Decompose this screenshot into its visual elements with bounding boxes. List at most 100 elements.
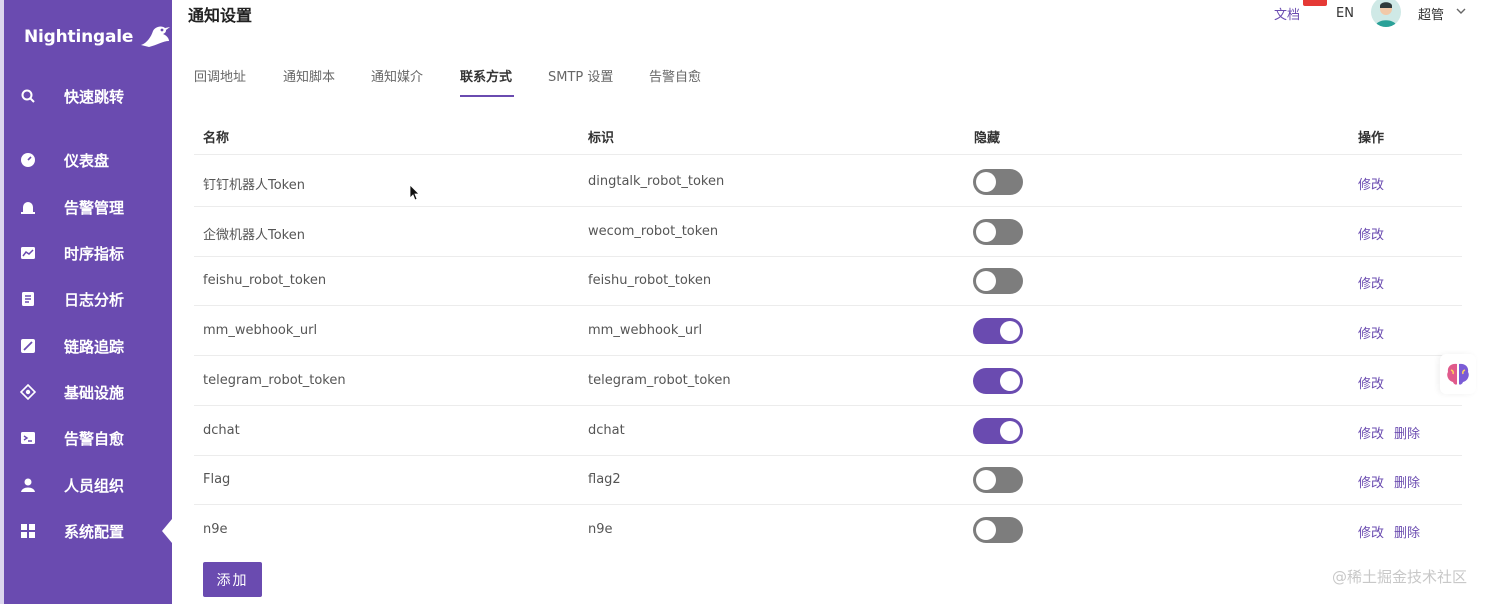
edit-link[interactable]: 修改 xyxy=(1358,423,1384,442)
toggle-knob xyxy=(976,222,996,242)
row-name: 钉钉机器人Token xyxy=(203,178,305,193)
row-ident: dingtalk_robot_token xyxy=(588,174,725,189)
docs-new-badge xyxy=(1303,0,1327,6)
sidebar-item-3[interactable]: 告警管理 xyxy=(0,187,172,227)
row-divider xyxy=(194,206,1462,207)
row-divider xyxy=(194,455,1462,456)
sidebar: Nightingale 快速跳转仪表盘告警管理时序指标日志分析链路追踪基础设施告… xyxy=(0,0,172,604)
toggle-knob xyxy=(976,520,996,540)
row-name: Flag xyxy=(203,472,231,487)
row-ident: mm_webhook_url xyxy=(588,323,703,338)
edit-link[interactable]: 修改 xyxy=(1358,373,1384,392)
nightingale-bird-icon xyxy=(141,26,171,47)
sidebar-item-label: 系统配置 xyxy=(64,522,125,541)
mouse-cursor-icon xyxy=(409,184,420,201)
search-icon xyxy=(20,88,36,104)
hidden-toggle[interactable] xyxy=(973,467,1023,493)
row-divider xyxy=(194,355,1462,356)
metrics-icon xyxy=(20,245,36,261)
toggle-knob xyxy=(1000,421,1020,441)
hidden-toggle[interactable] xyxy=(973,418,1023,444)
sidebar-item-label: 仪表盘 xyxy=(64,151,110,170)
avatar-person-icon xyxy=(1375,2,1397,27)
alarm-icon xyxy=(20,199,36,215)
sidebar-item-label: 快速跳转 xyxy=(64,87,125,106)
tab-6[interactable]: 告警自愈 xyxy=(649,66,701,85)
column-header-name: 名称 xyxy=(203,131,230,146)
sidebar-item-6[interactable]: 链路追踪 xyxy=(0,326,172,366)
assistant-floating-button[interactable] xyxy=(1440,354,1476,394)
row-divider xyxy=(194,305,1462,306)
sidebar-item-10[interactable]: 系统配置 xyxy=(0,511,172,551)
row-name: dchat xyxy=(203,423,240,438)
dashboard-icon xyxy=(20,152,36,168)
hidden-toggle[interactable] xyxy=(973,517,1023,543)
toggle-knob xyxy=(976,470,996,490)
toggle-knob xyxy=(1000,371,1020,391)
hidden-toggle[interactable] xyxy=(973,169,1023,195)
row-divider xyxy=(194,504,1462,505)
delete-link[interactable]: 删除 xyxy=(1394,522,1420,541)
brain-icon xyxy=(1447,363,1469,385)
row-divider xyxy=(194,405,1462,406)
sidebar-item-2[interactable]: 仪表盘 xyxy=(0,140,172,180)
sidebar-item-1[interactable]: 快速跳转 xyxy=(0,76,172,116)
edit-link[interactable]: 修改 xyxy=(1358,472,1384,491)
sidebar-item-4[interactable]: 时序指标 xyxy=(0,233,172,273)
toggle-knob xyxy=(1000,321,1020,341)
column-header-actions: 操作 xyxy=(1358,131,1385,146)
delete-link[interactable]: 删除 xyxy=(1394,472,1420,491)
row-ident: dchat xyxy=(588,423,625,438)
row-ident: flag2 xyxy=(588,472,621,487)
hidden-toggle[interactable] xyxy=(973,318,1023,344)
hidden-toggle[interactable] xyxy=(973,268,1023,294)
logo-text: Nightingale xyxy=(24,27,134,47)
toggle-knob xyxy=(976,271,996,291)
toggle-knob xyxy=(976,172,996,192)
row-name: 企微机器人Token xyxy=(203,228,305,243)
avatar[interactable] xyxy=(1371,0,1401,27)
sidebar-item-5[interactable]: 日志分析 xyxy=(0,279,172,319)
active-tab-indicator xyxy=(460,95,514,97)
row-name: telegram_robot_token xyxy=(203,373,346,388)
sidebar-item-9[interactable]: 人员组织 xyxy=(0,465,172,505)
column-header-ident: 标识 xyxy=(588,131,615,146)
tab-1[interactable]: 回调地址 xyxy=(194,66,246,85)
edit-link[interactable]: 修改 xyxy=(1358,224,1384,243)
table-header-divider xyxy=(194,154,1462,155)
sidebar-item-label: 告警自愈 xyxy=(64,429,125,448)
hidden-toggle[interactable] xyxy=(973,219,1023,245)
hidden-toggle[interactable] xyxy=(973,368,1023,394)
user-name[interactable]: 超管 xyxy=(1418,4,1444,23)
page-title: 通知设置 xyxy=(188,6,253,25)
row-ident: n9e xyxy=(588,522,613,537)
tab-4[interactable]: 联系方式 xyxy=(460,66,512,85)
edit-link[interactable]: 修改 xyxy=(1358,522,1384,541)
logo[interactable]: Nightingale xyxy=(24,20,171,54)
language-switch[interactable]: EN xyxy=(1336,6,1354,21)
sidebar-item-7[interactable]: 基础设施 xyxy=(0,372,172,412)
tab-5[interactable]: SMTP 设置 xyxy=(548,66,613,85)
edit-link[interactable]: 修改 xyxy=(1358,174,1384,193)
row-name: n9e xyxy=(203,522,228,537)
chevron-down-icon[interactable] xyxy=(1455,5,1467,17)
trace-icon xyxy=(20,338,36,354)
grid-icon xyxy=(20,523,36,539)
tab-2[interactable]: 通知脚本 xyxy=(283,66,335,85)
delete-link[interactable]: 删除 xyxy=(1394,423,1420,442)
docs-link[interactable]: 文档 xyxy=(1274,4,1300,23)
sidebar-item-label: 人员组织 xyxy=(64,476,125,495)
user-icon xyxy=(20,477,36,493)
row-divider xyxy=(194,256,1462,257)
watermark: @稀土掘金技术社区 xyxy=(1332,568,1468,586)
row-ident: wecom_robot_token xyxy=(588,224,719,239)
tab-3[interactable]: 通知媒介 xyxy=(371,66,423,85)
sidebar-item-8[interactable]: 告警自愈 xyxy=(0,418,172,458)
edit-link[interactable]: 修改 xyxy=(1358,273,1384,292)
edit-link[interactable]: 修改 xyxy=(1358,323,1384,342)
sidebar-item-label: 日志分析 xyxy=(64,290,125,309)
sidebar-item-label: 时序指标 xyxy=(64,244,125,263)
terminal-icon xyxy=(20,430,36,446)
row-name: feishu_robot_token xyxy=(203,273,327,288)
add-button[interactable]: 添加 xyxy=(203,562,262,597)
